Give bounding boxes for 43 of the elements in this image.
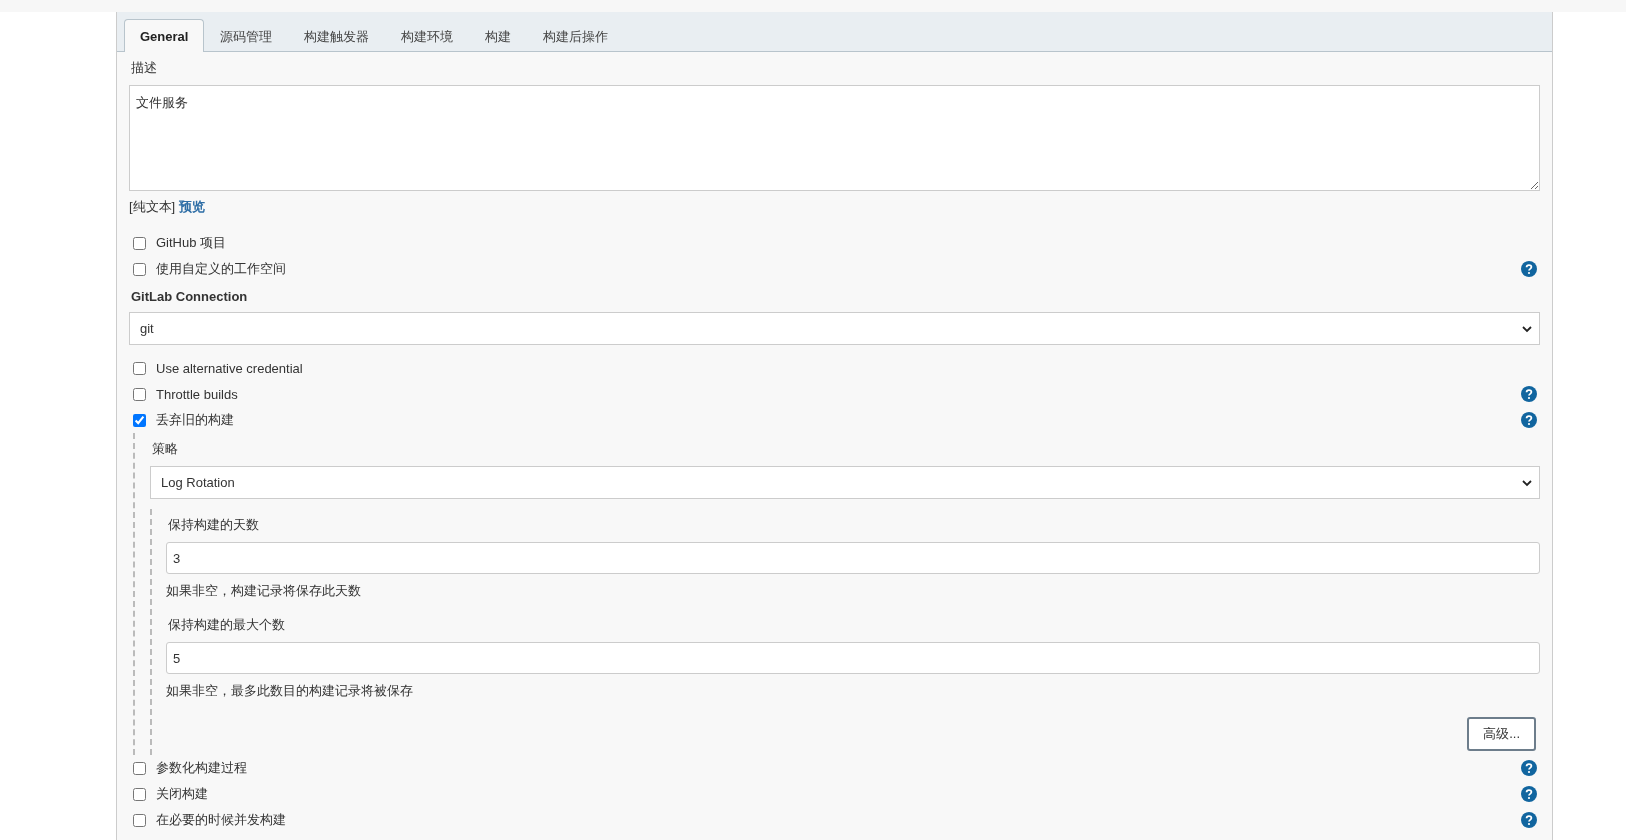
- help-icon[interactable]: [1521, 412, 1537, 428]
- description-field[interactable]: 文件服务: [129, 85, 1540, 191]
- tab[interactable]: 构建后操作: [527, 21, 625, 52]
- format-label: [纯文本]: [129, 198, 176, 216]
- help-icon[interactable]: [1521, 261, 1537, 277]
- checkbox[interactable]: [133, 262, 146, 276]
- select-field[interactable]: git: [129, 312, 1540, 345]
- field-label: 保持构建的天数: [167, 516, 260, 534]
- checkbox[interactable]: [133, 413, 146, 427]
- checkbox-label: GitHub 项目: [156, 234, 227, 252]
- field-label: 描述: [130, 59, 158, 77]
- checkbox[interactable]: [133, 387, 146, 401]
- checkbox[interactable]: [133, 813, 146, 827]
- preview-link[interactable]: 预览: [179, 198, 206, 216]
- field-label: 保持构建的最大个数: [167, 616, 286, 634]
- field-label: 策略: [151, 440, 179, 458]
- field-hint: 如果非空，构建记录将保存此天数: [166, 582, 362, 600]
- checkbox[interactable]: [133, 361, 146, 375]
- tab[interactable]: 构建: [469, 21, 528, 52]
- field-label: GitLab Connection: [130, 288, 249, 306]
- checkbox[interactable]: [133, 236, 146, 250]
- help-icon[interactable]: [1521, 760, 1537, 776]
- help-icon[interactable]: [1521, 812, 1537, 828]
- checkbox-label: 关闭构建: [156, 785, 208, 803]
- field-hint: 如果非空，最多此数目的构建记录将被保存: [166, 682, 414, 700]
- tab[interactable]: 构建触发器: [288, 21, 386, 52]
- input-field[interactable]: 5: [166, 642, 1540, 674]
- tab[interactable]: 源码管理: [204, 21, 289, 52]
- help-icon[interactable]: [1521, 786, 1537, 802]
- checkbox-label: 在必要的时候并发构建: [156, 811, 286, 829]
- checkbox-label: Use alternative credential: [156, 360, 303, 376]
- tab[interactable]: 构建环境: [385, 21, 470, 52]
- checkbox[interactable]: [133, 787, 146, 801]
- input-field[interactable]: 3: [166, 542, 1540, 574]
- checkbox[interactable]: [133, 761, 146, 775]
- checkbox-label: 使用自定义的工作空间: [156, 260, 286, 278]
- checkbox-label: 参数化构建过程: [156, 759, 247, 777]
- tab[interactable]: General: [124, 19, 205, 52]
- checkbox-label: Throttle builds: [156, 386, 238, 402]
- select-field[interactable]: Log Rotation: [150, 466, 1540, 499]
- advanced-button[interactable]: 高级...: [1467, 717, 1536, 751]
- help-icon[interactable]: [1521, 386, 1537, 402]
- checkbox-label: 丢弃旧的构建: [156, 411, 234, 429]
